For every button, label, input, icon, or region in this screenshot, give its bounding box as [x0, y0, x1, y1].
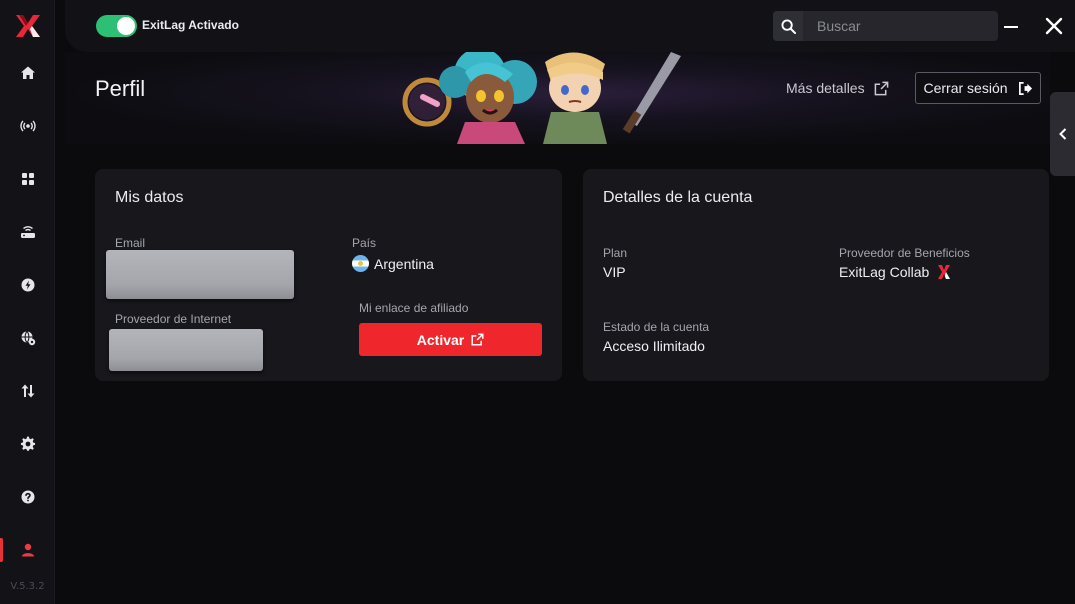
external-link-icon [874, 81, 888, 95]
sidebar-item-broadcast[interactable] [0, 106, 55, 146]
sidebar-item-profile[interactable] [0, 530, 55, 570]
search-box [773, 11, 998, 41]
chevron-left-icon [1058, 128, 1066, 140]
gear-icon [20, 436, 35, 451]
logout-icon [1018, 81, 1032, 95]
email-label: Email [115, 236, 146, 250]
external-link-icon [471, 333, 484, 346]
logout-button[interactable]: Cerrar sesión [915, 72, 1041, 104]
isp-value-redacted [109, 329, 263, 371]
minimize-button[interactable] [999, 14, 1023, 38]
more-details-label: Más detalles [786, 80, 865, 96]
sidebar-item-network[interactable] [0, 318, 55, 358]
sidebar-item-boost[interactable] [0, 265, 55, 305]
account-status-value: Acceso Ilimitado [603, 338, 705, 354]
sidebar-item-help[interactable] [0, 477, 55, 517]
sidebar-item-settings[interactable] [0, 424, 55, 464]
question-icon [21, 490, 34, 504]
benefits-provider-name: ExitLag Collab [839, 264, 930, 280]
collapse-panel-tab[interactable] [1050, 92, 1075, 176]
profile-banner [65, 52, 1050, 144]
banner-characters-image [402, 52, 681, 144]
my-data-card: Mis datos Email Proveedor de Internet Pa… [95, 169, 562, 381]
my-data-title: Mis datos [115, 189, 184, 206]
country-value: Argentina [352, 255, 434, 272]
account-details-title: Detalles de la cuenta [603, 189, 753, 206]
plan-value: VIP [603, 264, 626, 280]
search-icon[interactable] [773, 11, 803, 41]
more-details-link[interactable]: Más detalles [786, 80, 889, 96]
broadcast-icon [19, 120, 36, 132]
app-version: V.5.3.2 [10, 581, 45, 592]
country-name: Argentina [374, 256, 434, 272]
home-icon [20, 66, 35, 79]
minimize-icon [1004, 26, 1018, 28]
account-status-label: Estado de la cuenta [603, 320, 710, 334]
affiliate-label: Mi enlace de afiliado [359, 301, 469, 315]
country-label: País [352, 236, 377, 250]
sidebar-item-transfer[interactable] [0, 371, 55, 411]
plan-label: Plan [603, 246, 628, 260]
isp-label: Proveedor de Internet [115, 312, 232, 326]
lightning-icon [21, 278, 34, 292]
close-icon [1045, 17, 1063, 35]
exitlag-toggle[interactable] [96, 15, 137, 37]
activate-affiliate-button[interactable]: Activar [359, 323, 542, 356]
top-bar: ExitLag Activado [65, 0, 1075, 52]
user-icon [21, 543, 34, 557]
benefits-provider-value: ExitLag Collab [839, 264, 951, 280]
sidebar-item-router[interactable] [0, 212, 55, 252]
logout-label: Cerrar sesión [923, 80, 1008, 96]
benefits-provider-label: Proveedor de Beneficios [839, 246, 970, 260]
router-icon [20, 226, 35, 238]
app-window: V.5.3.2 ExitLag Activado Buscar Perfil M… [0, 0, 1075, 604]
activate-label: Activar [416, 331, 465, 348]
page-title: Perfil [95, 76, 146, 101]
close-button[interactable] [1042, 14, 1066, 38]
search-input[interactable] [803, 11, 998, 41]
sidebar: V.5.3.2 [0, 0, 55, 604]
exitlag-collab-logo-icon [938, 265, 951, 279]
email-value-redacted [106, 250, 294, 299]
toggle-label: ExitLag Activado [142, 18, 239, 32]
transfer-arrows-icon [21, 384, 34, 398]
argentina-flag-icon [352, 255, 369, 272]
account-details-card: Detalles de la cuenta Plan VIP Proveedor… [583, 169, 1049, 381]
sidebar-item-apps[interactable] [0, 159, 55, 199]
exitlag-logo[interactable] [14, 12, 42, 40]
grid-icon [21, 173, 34, 185]
sidebar-item-home[interactable] [0, 53, 55, 93]
globe-settings-icon [21, 331, 35, 346]
